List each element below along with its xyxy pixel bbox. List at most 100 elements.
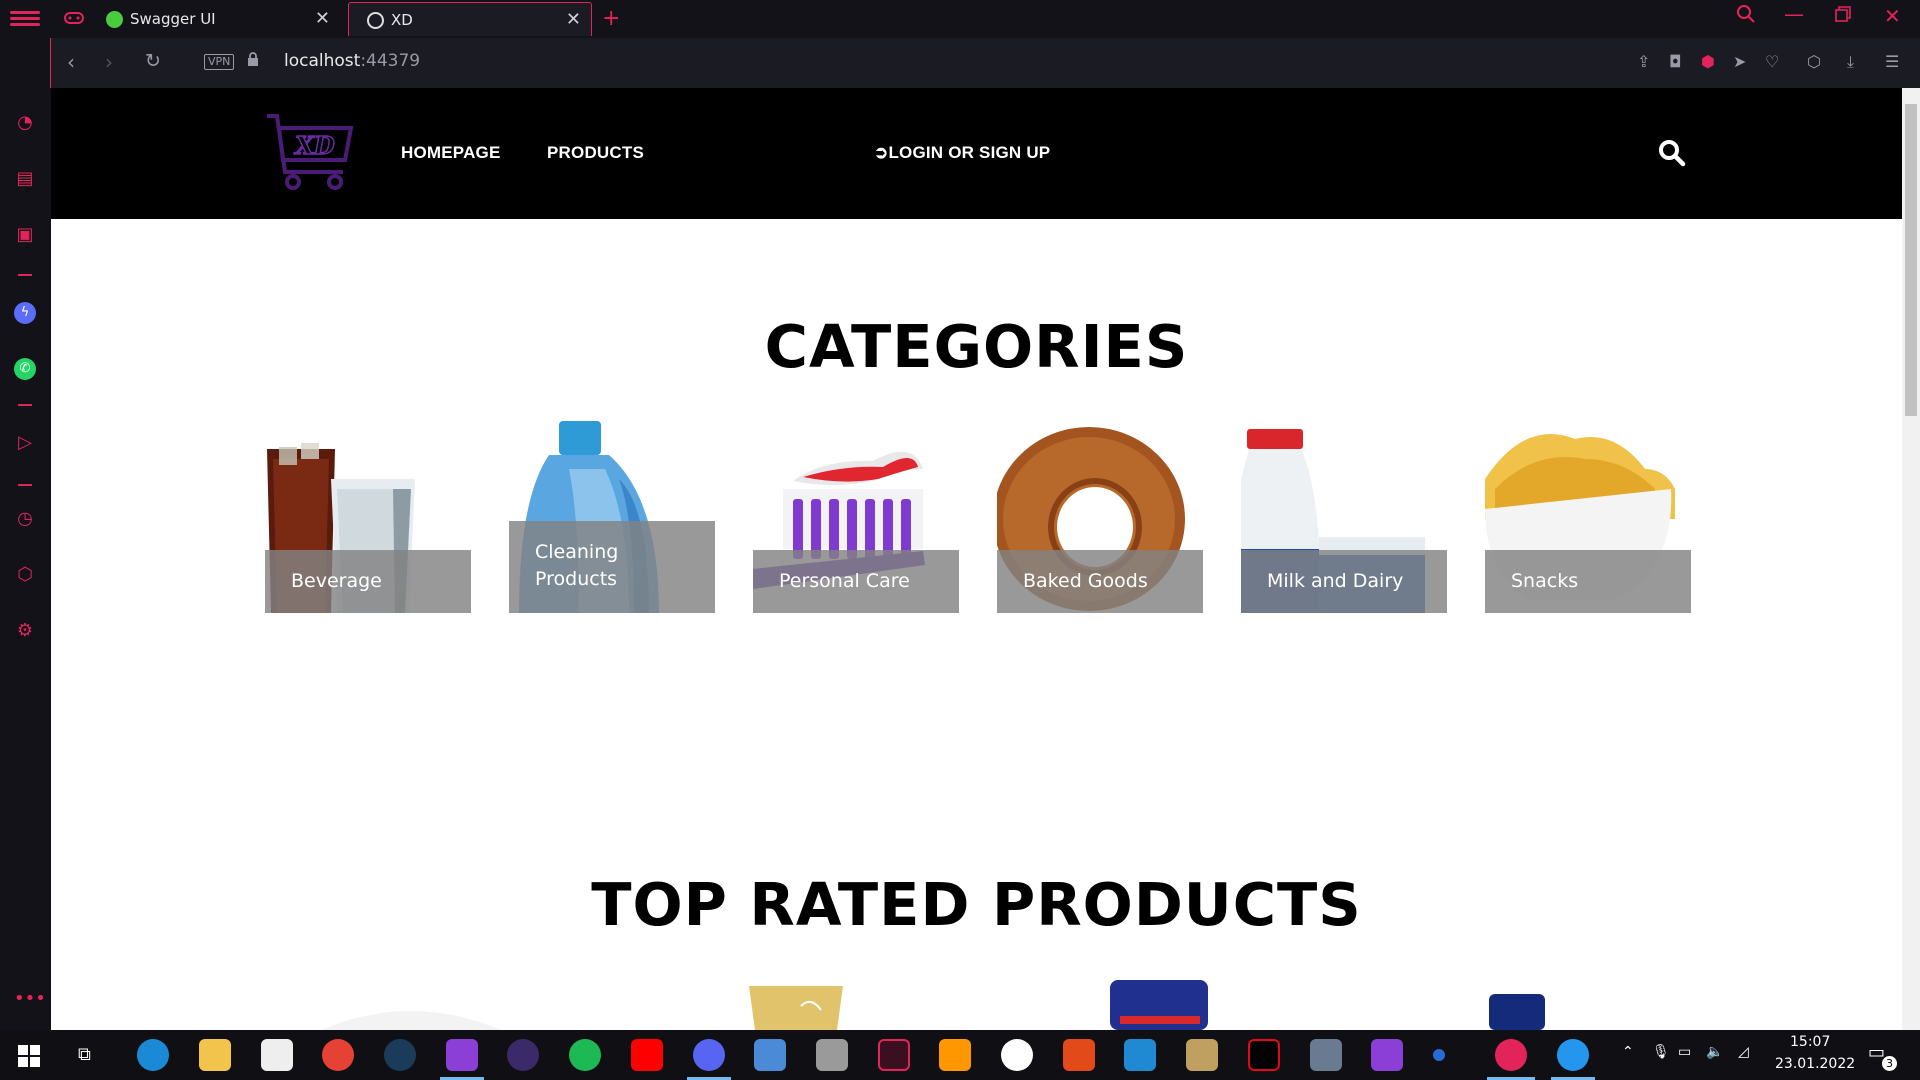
docker-icon[interactable] [1557, 1039, 1589, 1071]
category-label: Beverage [265, 550, 471, 613]
nav-login-link[interactable]: ➲LOGIN OR SIGN UP [874, 143, 1050, 163]
lock-icon[interactable] [247, 52, 259, 71]
categories-heading: CATEGORIES [764, 312, 1189, 381]
vscode-icon[interactable] [1124, 1039, 1156, 1071]
login-arrow-icon: ➲ [874, 143, 889, 162]
discord-icon[interactable] [693, 1039, 725, 1071]
restore-button[interactable] [1834, 4, 1852, 28]
speed-dial-icon[interactable]: ◔ [14, 112, 36, 134]
category-card-cleaning-products[interactable]: Cleaning Products [509, 419, 715, 613]
product-image[interactable] [1106, 980, 1212, 1030]
browser-sidebar: ◔ ▤ ▣ ϟ ✆ ▷ ◷ ⬡ ⚙ ••• [0, 38, 50, 1030]
forward-icon[interactable]: › [105, 50, 113, 74]
netflix-icon[interactable] [1248, 1039, 1280, 1071]
gx-corner-icon[interactable]: ▤ [14, 168, 36, 190]
network-icon[interactable]: ◿ [1738, 1044, 1749, 1060]
sublime-text-icon[interactable] [939, 1039, 971, 1071]
visual-studio-icon[interactable] [446, 1039, 478, 1071]
windows-start-icon[interactable] [18, 1045, 40, 1067]
category-card-milk-and-dairy[interactable]: Milk and Dairy [1241, 419, 1447, 613]
office-icon[interactable] [1063, 1039, 1095, 1071]
category-label-line: Snacks [1511, 570, 1579, 592]
microphone-icon[interactable]: 🎙 [1652, 1044, 1670, 1060]
product-image[interactable] [291, 984, 531, 1030]
chrome-icon[interactable] [322, 1039, 354, 1071]
product-image[interactable] [741, 986, 851, 1030]
game-launcher-icon[interactable] [1186, 1039, 1218, 1071]
messenger-icon[interactable]: ϟ [14, 302, 36, 324]
twitch-icon[interactable]: ▣ [14, 224, 36, 246]
volume-icon[interactable]: 🔈 [1706, 1044, 1723, 1060]
cart-logo-icon[interactable]: XD [263, 112, 355, 192]
notification-count-badge: 3 [1882, 1056, 1897, 1071]
search-tabs-icon[interactable] [1736, 4, 1756, 29]
nordvpn-icon[interactable] [1001, 1039, 1033, 1071]
virtualbox-icon[interactable] [754, 1039, 786, 1071]
close-tab-icon[interactable]: ✕ [315, 2, 330, 36]
microsoft-store-icon[interactable] [261, 1039, 293, 1071]
clock-date[interactable]: 23.01.2022 [1775, 1056, 1855, 1072]
url-host: localhost [284, 51, 361, 71]
small-app-icon[interactable] [1433, 1049, 1445, 1061]
tab-swagger-ui[interactable]: Swagger UI ✕ [88, 2, 340, 36]
category-card-snacks[interactable]: Snacks [1485, 419, 1691, 613]
category-label-line: Personal Care [779, 570, 910, 592]
minimize-button[interactable]: — [1784, 2, 1804, 26]
youtube-icon[interactable] [631, 1039, 663, 1071]
snapshot-icon[interactable]: ◘ [1669, 52, 1682, 71]
steam-icon[interactable] [384, 1039, 416, 1071]
database-icon[interactable] [816, 1039, 848, 1071]
history-clock-icon[interactable]: ◷ [14, 508, 36, 530]
battery-icon[interactable]: ▭ [1678, 1044, 1691, 1060]
category-card-baked-goods[interactable]: Baked Goods [997, 419, 1203, 613]
more-options-icon[interactable]: ••• [14, 988, 46, 1010]
reload-icon[interactable]: ↻ [145, 50, 161, 72]
scrollbar-thumb[interactable] [1905, 104, 1917, 416]
url-port: :44379 [360, 51, 421, 71]
category-label-line: Products [535, 568, 618, 590]
browser-menu-icon[interactable] [10, 8, 40, 30]
settings-gear-icon[interactable]: ⚙ [14, 620, 36, 642]
download-icon[interactable]: ⤓ [1847, 52, 1854, 72]
app-icon[interactable] [1310, 1039, 1342, 1071]
valorant-icon[interactable] [878, 1039, 910, 1071]
whatsapp-icon[interactable]: ✆ [14, 358, 36, 380]
eclipse-icon[interactable] [507, 1039, 539, 1071]
back-icon[interactable]: ‹ [67, 50, 75, 74]
url-field[interactable]: localhost:44379 [284, 51, 420, 71]
category-label: Baked Goods [997, 550, 1203, 613]
task-view-icon[interactable]: ⧉ [78, 1044, 91, 1065]
spotify-icon[interactable] [569, 1039, 601, 1071]
search-icon[interactable] [1657, 138, 1687, 168]
close-window-button[interactable]: ✕ [1884, 4, 1901, 28]
share-icon[interactable]: ⇪ [1637, 52, 1650, 71]
adblock-shield-icon[interactable]: ⬢ [1701, 52, 1715, 71]
vpn-badge[interactable]: VPN [204, 54, 235, 70]
tab-xd[interactable]: XD ✕ [348, 2, 592, 36]
opera-gx-icon[interactable] [1495, 1039, 1527, 1071]
category-label-line: Beverage [291, 570, 382, 592]
category-card-personal-care[interactable]: Personal Care [753, 419, 959, 613]
tab-title: XD [391, 11, 413, 29]
product-image[interactable] [1487, 994, 1547, 1030]
player-icon[interactable]: ▷ [14, 432, 36, 454]
send-icon[interactable]: ➤ [1733, 52, 1746, 71]
nav-products-link[interactable]: PRODUCTS [547, 143, 644, 163]
extensions-icon[interactable]: ⬡ [14, 564, 36, 586]
file-explorer-icon[interactable] [199, 1039, 231, 1071]
category-label: Cleaning Products [509, 521, 715, 613]
gx-control-icon[interactable] [64, 10, 84, 28]
clock-time[interactable]: 15:07 [1790, 1034, 1830, 1050]
close-tab-icon[interactable]: ✕ [566, 3, 581, 37]
nav-homepage-link[interactable]: HOMEPAGE [401, 143, 501, 163]
address-bar: ‹ › ↻ VPN localhost:44379 ⇪ ◘ ⬢ ➤ ♡ ⬡ ⤓ … [50, 38, 1920, 88]
visual-studio-preview-icon[interactable] [1371, 1039, 1403, 1071]
extensions-cube-icon[interactable]: ⬡ [1807, 52, 1821, 71]
new-tab-button[interactable]: + [602, 2, 620, 36]
easy-setup-icon[interactable]: ☰ [1885, 52, 1899, 71]
favorites-heart-icon[interactable]: ♡ [1765, 52, 1779, 71]
show-hidden-icons-icon[interactable]: ⌃ [1622, 1044, 1634, 1060]
category-card-beverage[interactable]: Beverage [265, 419, 471, 613]
edge-icon[interactable] [137, 1039, 169, 1071]
windows-taskbar: ⧉ ⌃ 🎙 ▭ 🔈 ◿ 15:07 23.01.2022 ▭ 3 [0, 1030, 1920, 1080]
